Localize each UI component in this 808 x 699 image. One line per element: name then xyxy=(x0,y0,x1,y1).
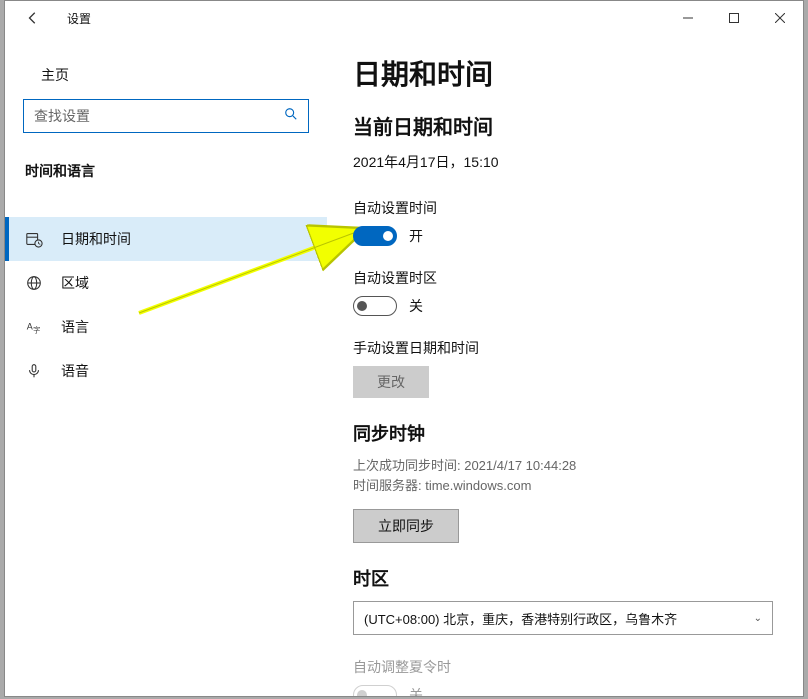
sync-heading: 同步时钟 xyxy=(353,420,777,446)
nav-label: 语音 xyxy=(61,361,89,381)
nav-item-speech[interactable]: 语音 xyxy=(5,349,327,393)
search-icon xyxy=(284,107,298,126)
svg-text:字: 字 xyxy=(33,325,40,334)
sync-last: 上次成功同步时间: 2021/4/17 10:44:28 xyxy=(353,458,576,473)
sync-now-button[interactable]: 立即同步 xyxy=(353,509,459,543)
search-input[interactable] xyxy=(34,108,276,124)
minimize-button[interactable] xyxy=(665,3,711,33)
titlebar: 设置 xyxy=(5,1,803,35)
nav: 日期和时间 区域 A字 语言 xyxy=(5,217,327,393)
close-button[interactable] xyxy=(757,3,803,33)
current-datetime-heading: 当前日期和时间 xyxy=(353,111,777,140)
current-datetime-value: 2021年4月17日，15:10 xyxy=(353,152,777,172)
sidebar: 主页 时间和语言 日期和时间 xyxy=(5,35,327,696)
sync-info: 上次成功同步时间: 2021/4/17 10:44:28 时间服务器: time… xyxy=(353,456,777,495)
maximize-button[interactable] xyxy=(711,3,757,33)
home-label: 主页 xyxy=(41,65,69,85)
microphone-icon xyxy=(25,362,43,380)
home-link[interactable]: 主页 xyxy=(5,61,327,99)
calendar-clock-icon xyxy=(25,230,43,248)
auto-tz-state: 关 xyxy=(409,296,423,316)
dst-row: 关 xyxy=(353,685,777,696)
svg-text:A: A xyxy=(27,322,33,332)
window-title: 设置 xyxy=(67,10,91,27)
dst-state: 关 xyxy=(409,685,423,696)
search-wrap xyxy=(23,99,309,133)
dst-toggle xyxy=(353,685,397,696)
auto-time-state: 开 xyxy=(409,226,423,246)
timezone-combo[interactable]: (UTC+08:00) 北京，重庆，香港特别行政区，乌鲁木齐 ⌄ xyxy=(353,601,773,635)
change-button: 更改 xyxy=(353,366,429,398)
auto-tz-toggle[interactable] xyxy=(353,296,397,316)
settings-window: 设置 主页 xyxy=(4,0,804,697)
language-icon: A字 xyxy=(25,318,43,336)
nav-item-region[interactable]: 区域 xyxy=(5,261,327,305)
dst-label: 自动调整夏令时 xyxy=(353,657,777,677)
globe-icon xyxy=(25,274,43,292)
nav-label: 语言 xyxy=(61,317,89,337)
nav-item-date-time[interactable]: 日期和时间 xyxy=(5,217,327,261)
category-header: 时间和语言 xyxy=(5,151,327,195)
auto-tz-label: 自动设置时区 xyxy=(353,268,777,288)
auto-time-row: 开 xyxy=(353,226,777,246)
content: 日期和时间 当前日期和时间 2021年4月17日，15:10 自动设置时间 开 … xyxy=(327,35,803,696)
auto-time-toggle[interactable] xyxy=(353,226,397,246)
back-button[interactable] xyxy=(23,8,43,28)
search-box[interactable] xyxy=(23,99,309,133)
manual-datetime-label: 手动设置日期和时间 xyxy=(353,338,777,358)
nav-label: 区域 xyxy=(61,273,89,293)
auto-time-label: 自动设置时间 xyxy=(353,198,777,218)
titlebar-left: 设置 xyxy=(23,8,91,28)
nav-item-language[interactable]: A字 语言 xyxy=(5,305,327,349)
nav-label: 日期和时间 xyxy=(61,229,131,249)
auto-tz-row: 关 xyxy=(353,296,777,316)
timezone-heading: 时区 xyxy=(353,565,777,591)
chevron-down-icon: ⌄ xyxy=(754,613,762,624)
body: 主页 时间和语言 日期和时间 xyxy=(5,35,803,696)
timezone-value: (UTC+08:00) 北京，重庆，香港特别行政区，乌鲁木齐 xyxy=(364,609,677,628)
window-controls xyxy=(665,3,803,33)
sync-server: 时间服务器: time.windows.com xyxy=(353,478,531,493)
page-title: 日期和时间 xyxy=(353,53,777,93)
